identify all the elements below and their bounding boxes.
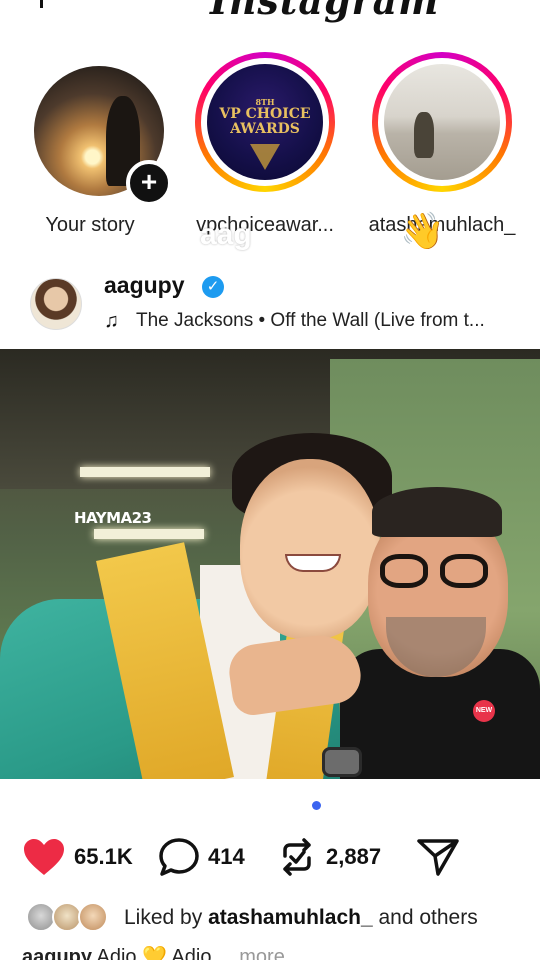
post-image[interactable]: HAYMA23 NEW: [0, 349, 540, 779]
waving-hand-icon: 👋: [400, 210, 445, 251]
verified-badge-icon: ✓: [202, 276, 224, 298]
post-caption: aagupy Adio 💛 Adio ... more: [22, 944, 540, 960]
caption-text: Adio 💛 Adio ...: [92, 946, 234, 960]
repost-count: 2,887: [326, 844, 382, 869]
overlay-text: aag: [200, 218, 252, 251]
avatar: [384, 64, 500, 180]
awards-logo: 8TH VP CHOICE AWARDS: [219, 97, 311, 137]
post-header: aagupy ✓ ♫ The Jacksons • Off the Wall (…: [0, 270, 540, 340]
post-music[interactable]: The Jacksons • Off the Wall (Live from t…: [136, 310, 540, 332]
app-logo: Instagram: [210, 0, 440, 23]
comment-button[interactable]: 414: [158, 830, 245, 884]
share-button[interactable]: [416, 830, 460, 884]
carousel-indicator: [312, 801, 321, 810]
new-badge: NEW: [473, 700, 495, 722]
comment-icon: [159, 838, 199, 876]
watermark: HAYMA23: [74, 509, 152, 527]
caption-more-link[interactable]: more: [239, 946, 285, 960]
stories-tray: + Your story 8TH VP CHOICE AWARDS vpchoi…: [0, 52, 540, 252]
post-username[interactable]: aagupy: [104, 272, 185, 299]
comment-count: 414: [208, 844, 245, 869]
liked-by-row[interactable]: Liked by atashamuhlach_ and others: [0, 898, 540, 938]
share-icon: [417, 839, 459, 876]
add-story-icon[interactable]: +: [126, 160, 172, 206]
top-bar: Instagram: [0, 0, 540, 30]
avatar: 8TH VP CHOICE AWARDS: [207, 64, 323, 180]
liked-by-user[interactable]: atashamuhlach_: [208, 906, 373, 929]
repost-icon: [283, 838, 311, 876]
liked-by-text: Liked by atashamuhlach_ and others: [124, 906, 478, 929]
caption-username[interactable]: aagupy: [22, 946, 92, 960]
story-ring: [372, 52, 512, 192]
post-actions: 65.1K 414 2,887: [0, 830, 540, 886]
like-button[interactable]: 65.1K: [22, 830, 133, 884]
like-count: 65.1K: [74, 844, 133, 869]
avatar[interactable]: [30, 278, 82, 330]
liker-avatar: [78, 902, 108, 932]
story-name: Your story: [45, 214, 135, 236]
repost-button[interactable]: 2,887: [276, 830, 381, 884]
music-note-icon: ♫: [104, 310, 119, 332]
heart-icon: [24, 839, 64, 875]
story-ring: 8TH VP CHOICE AWARDS: [195, 52, 335, 192]
back-button-edge[interactable]: [40, 0, 43, 8]
